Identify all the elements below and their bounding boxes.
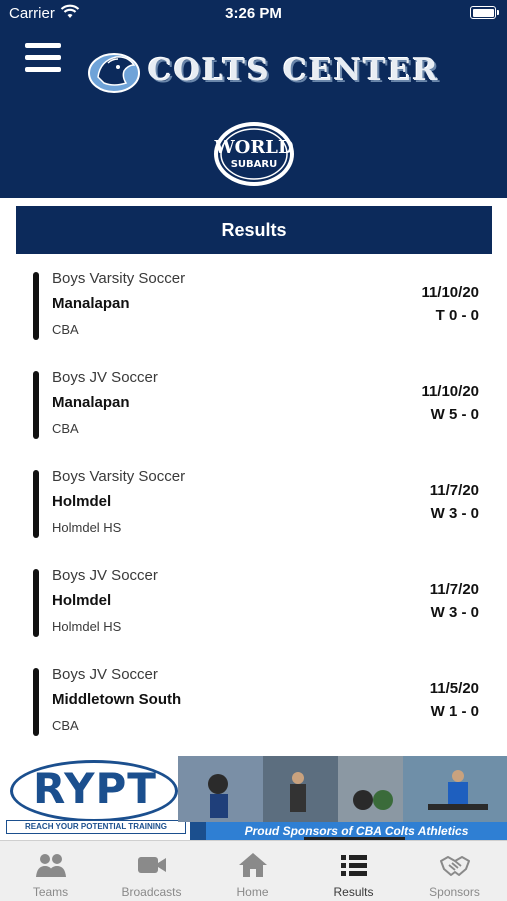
result-location: CBA — [52, 322, 79, 337]
rypt-logo-text: RYPT — [33, 764, 157, 813]
tab-label: Home — [236, 885, 269, 899]
sponsor-logo-subword: SUBARU — [231, 159, 278, 170]
result-location: Holmdel HS — [52, 619, 122, 634]
tab-label: Results — [333, 885, 374, 899]
sponsor-ad-banner[interactable]: RYPT REACH YOUR POTENTIAL TRAINING Proud… — [0, 756, 507, 840]
tab-broadcasts[interactable]: Broadcasts — [101, 841, 202, 901]
app-header: Carrier 3:26 PM COLTS CENTER WORLD SUBAR… — [0, 0, 507, 198]
result-team: Boys JV Soccer — [52, 666, 158, 683]
result-score: W 5 - 0 — [430, 406, 479, 423]
results-title: Results — [221, 219, 287, 240]
tab-teams[interactable]: Teams — [0, 841, 101, 901]
result-opponent: Manalapan — [52, 295, 130, 312]
result-location: CBA — [52, 718, 79, 733]
result-accent-bar — [33, 668, 39, 736]
result-opponent: Manalapan — [52, 394, 130, 411]
people-icon — [36, 854, 66, 877]
result-score: W 3 - 0 — [430, 604, 479, 621]
result-date: 11/5/20 — [429, 680, 479, 697]
tab-label: Sponsors — [429, 885, 480, 899]
result-team: Boys JV Soccer — [52, 369, 158, 386]
list-icon — [341, 855, 367, 876]
result-accent-bar — [33, 569, 39, 637]
result-team: Boys JV Soccer — [52, 567, 158, 584]
colt-mascot-logo — [88, 53, 140, 93]
rypt-tagline: REACH YOUR POTENTIAL TRAINING — [6, 820, 186, 834]
result-opponent: Holmdel — [52, 493, 112, 510]
result-opponent: Middletown South — [52, 691, 182, 708]
result-score: W 1 - 0 — [430, 703, 479, 720]
result-row[interactable]: Boys JV Soccer Middletown South CBA 11/5… — [0, 666, 507, 756]
gym-photo — [178, 756, 507, 822]
result-location: CBA — [52, 421, 79, 436]
handshake-icon — [440, 856, 470, 876]
tab-results[interactable]: Results — [303, 841, 404, 901]
result-accent-bar — [33, 371, 39, 439]
result-row[interactable]: Boys JV Soccer Holmdel Holmdel HS 11/7/2… — [0, 567, 507, 657]
result-row[interactable]: Boys Varsity Soccer Holmdel Holmdel HS 1… — [0, 468, 507, 558]
app-title: COLTS CENTER — [148, 53, 440, 88]
result-accent-bar — [33, 272, 39, 340]
result-date: 11/10/20 — [421, 284, 479, 301]
result-location: Holmdel HS — [52, 520, 122, 535]
result-row[interactable]: Boys Varsity Soccer Manalapan CBA 11/10/… — [0, 270, 507, 360]
world-subaru-logo: WORLD SUBARU — [213, 122, 294, 186]
result-score: W 3 - 0 — [430, 505, 479, 522]
rypt-logo-panel: RYPT REACH YOUR POTENTIAL TRAINING — [0, 756, 190, 840]
result-row[interactable]: Boys JV Soccer Manalapan CBA 11/10/20 W … — [0, 369, 507, 459]
result-team: Boys Varsity Soccer — [52, 270, 186, 287]
results-section-header: Results — [16, 206, 492, 254]
result-date: 11/7/20 — [429, 482, 479, 499]
tab-label: Teams — [32, 885, 69, 899]
sponsor-logo-word: WORLD — [213, 137, 293, 158]
hamburger-menu-icon[interactable] — [25, 43, 61, 73]
home-icon — [239, 853, 267, 877]
tab-home[interactable]: Home — [202, 841, 303, 901]
result-opponent: Holmdel — [52, 592, 112, 609]
clock: 3:26 PM — [225, 5, 282, 22]
status-bar: Carrier 3:26 PM — [0, 0, 507, 28]
result-team: Boys Varsity Soccer — [52, 468, 186, 485]
result-date: 11/10/20 — [421, 383, 479, 400]
tab-sponsors[interactable]: Sponsors — [404, 841, 505, 901]
result-date: 11/7/20 — [429, 581, 479, 598]
video-camera-icon — [138, 857, 166, 873]
result-score: T 0 - 0 — [435, 307, 479, 324]
battery-icon — [470, 6, 499, 19]
tab-bar: Teams Broadcasts Home Results Sponsors — [0, 840, 507, 901]
result-accent-bar — [33, 470, 39, 538]
tab-label: Broadcasts — [121, 885, 182, 899]
